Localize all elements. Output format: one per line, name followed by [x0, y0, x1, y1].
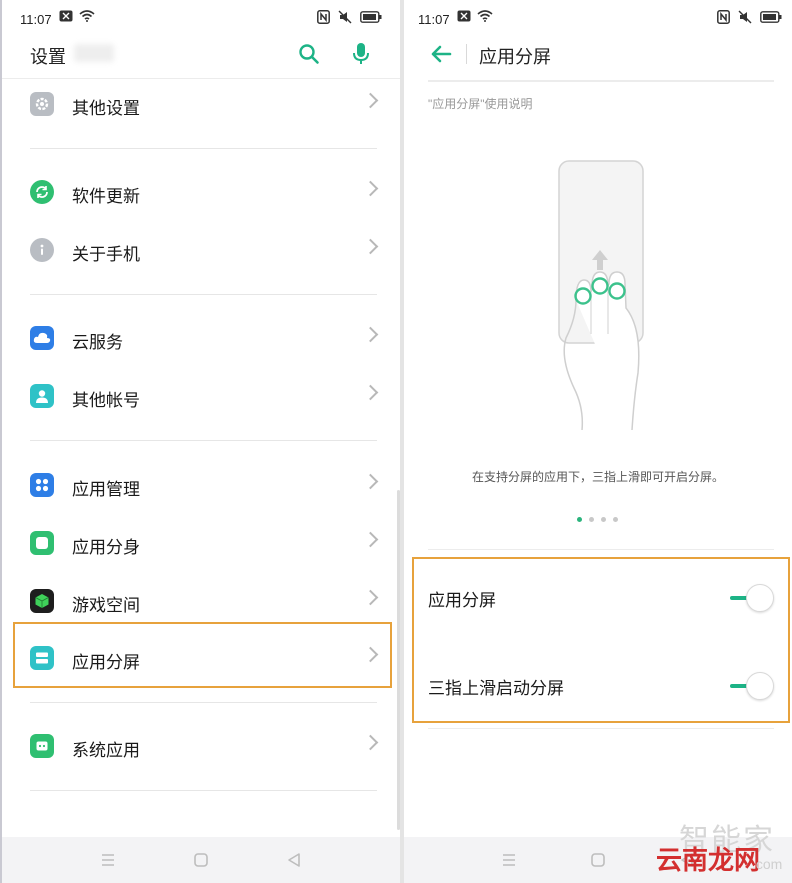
chevron-right-icon [362, 92, 379, 109]
highlight-box [13, 622, 392, 688]
page-dot [589, 517, 594, 522]
chevron-right-icon [362, 734, 379, 751]
cloud-icon [30, 326, 54, 350]
home-icon[interactable] [193, 852, 209, 868]
battery-icon [360, 11, 382, 23]
blurred-badge [74, 44, 114, 62]
page-title: 设置 [30, 47, 66, 67]
settings-item-other-accounts[interactable]: 其他帐号 [2, 371, 400, 421]
page-indicator [577, 517, 618, 522]
settings-item-software-update[interactable]: 软件更新 [2, 167, 400, 217]
menu-icon[interactable] [100, 853, 116, 867]
person-icon [30, 384, 54, 408]
settings-item-label: 系统应用 [72, 741, 140, 760]
mute-icon [338, 10, 352, 24]
status-bar: 11:07 [404, 0, 792, 40]
section-divider [428, 728, 774, 729]
settings-item-app-clone[interactable]: 应用分身 [2, 518, 400, 568]
mute-icon [738, 10, 752, 24]
settings-item-app-management[interactable]: 应用管理 [2, 460, 400, 510]
settings-item-other-settings[interactable]: 其他设置 [2, 79, 400, 129]
scrollbar[interactable] [397, 490, 400, 830]
settings-item-game-space[interactable]: 游戏空间 [2, 576, 400, 626]
cube-icon [30, 589, 54, 613]
status-bar: 11:07 [2, 0, 400, 40]
header-divider [428, 80, 774, 82]
settings-item-cloud-service[interactable]: 云服务 [2, 313, 400, 363]
chevron-right-icon [362, 473, 379, 490]
section-divider [30, 148, 377, 149]
chevron-right-icon [362, 326, 379, 343]
section-divider [30, 790, 377, 791]
settings-item-label: 其他设置 [72, 99, 140, 118]
chevron-right-icon [362, 180, 379, 197]
back-icon[interactable] [286, 852, 302, 868]
page-dot [613, 517, 618, 522]
notification-icon [457, 10, 471, 22]
settings-item-label: 关于手机 [72, 245, 140, 264]
robot-icon [30, 734, 54, 758]
section-divider [30, 294, 377, 295]
settings-screen: 11:07 设置 其他设置 软件更新 关于手机 云服务 其他帐号 应用管理 应用… [0, 0, 400, 883]
settings-item-about-phone[interactable]: 关于手机 [2, 225, 400, 275]
settings-item-system-apps[interactable]: 系统应用 [2, 721, 400, 771]
watermark-logo: 云南龙网 [656, 845, 761, 875]
nfc-icon [317, 10, 330, 24]
gear-icon [30, 92, 54, 116]
page-dot-active [577, 517, 582, 522]
chevron-right-icon [362, 589, 379, 606]
split-screen-settings: 11:07 应用分屏 "应用分屏"使用说明 在支持分屏的应用下，三指上滑即可开启… [404, 0, 792, 883]
highlight-box [412, 557, 790, 723]
wifi-icon [79, 10, 95, 22]
settings-item-label: 软件更新 [72, 187, 140, 206]
search-icon[interactable] [298, 43, 320, 65]
menu-icon[interactable] [501, 853, 517, 867]
section-divider [30, 702, 377, 703]
settings-item-label: 应用分身 [72, 538, 140, 557]
clone-icon [30, 531, 54, 555]
illustration-caption: 在支持分屏的应用下，三指上滑即可开启分屏。 [471, 470, 724, 484]
chevron-right-icon [362, 384, 379, 401]
nfc-icon [717, 10, 730, 24]
battery-icon [760, 11, 782, 23]
status-time: 11:07 [20, 12, 52, 27]
help-link[interactable]: "应用分屏"使用说明 [428, 95, 533, 112]
section-divider [428, 549, 774, 550]
settings-item-label: 云服务 [72, 333, 123, 352]
chevron-right-icon [362, 238, 379, 255]
apps-grid-icon [30, 473, 54, 497]
three-finger-swipe-illustration [558, 160, 644, 430]
back-arrow-icon[interactable] [430, 44, 452, 64]
settings-item-label: 游戏空间 [72, 596, 140, 615]
section-divider [30, 440, 377, 441]
status-time: 11:07 [418, 12, 450, 27]
settings-item-label: 应用管理 [72, 480, 140, 499]
page-dot [601, 517, 606, 522]
refresh-icon [30, 180, 54, 204]
page-title: 应用分屏 [479, 47, 551, 67]
navigation-bar [2, 837, 400, 883]
home-icon[interactable] [590, 852, 606, 868]
watermark-domain: .com [752, 856, 783, 872]
notification-icon [59, 10, 73, 22]
header-separator [466, 44, 467, 64]
microphone-icon[interactable] [351, 42, 371, 66]
wifi-icon [477, 10, 493, 22]
info-icon [30, 238, 54, 262]
chevron-right-icon [362, 531, 379, 548]
settings-item-label: 其他帐号 [72, 391, 140, 410]
